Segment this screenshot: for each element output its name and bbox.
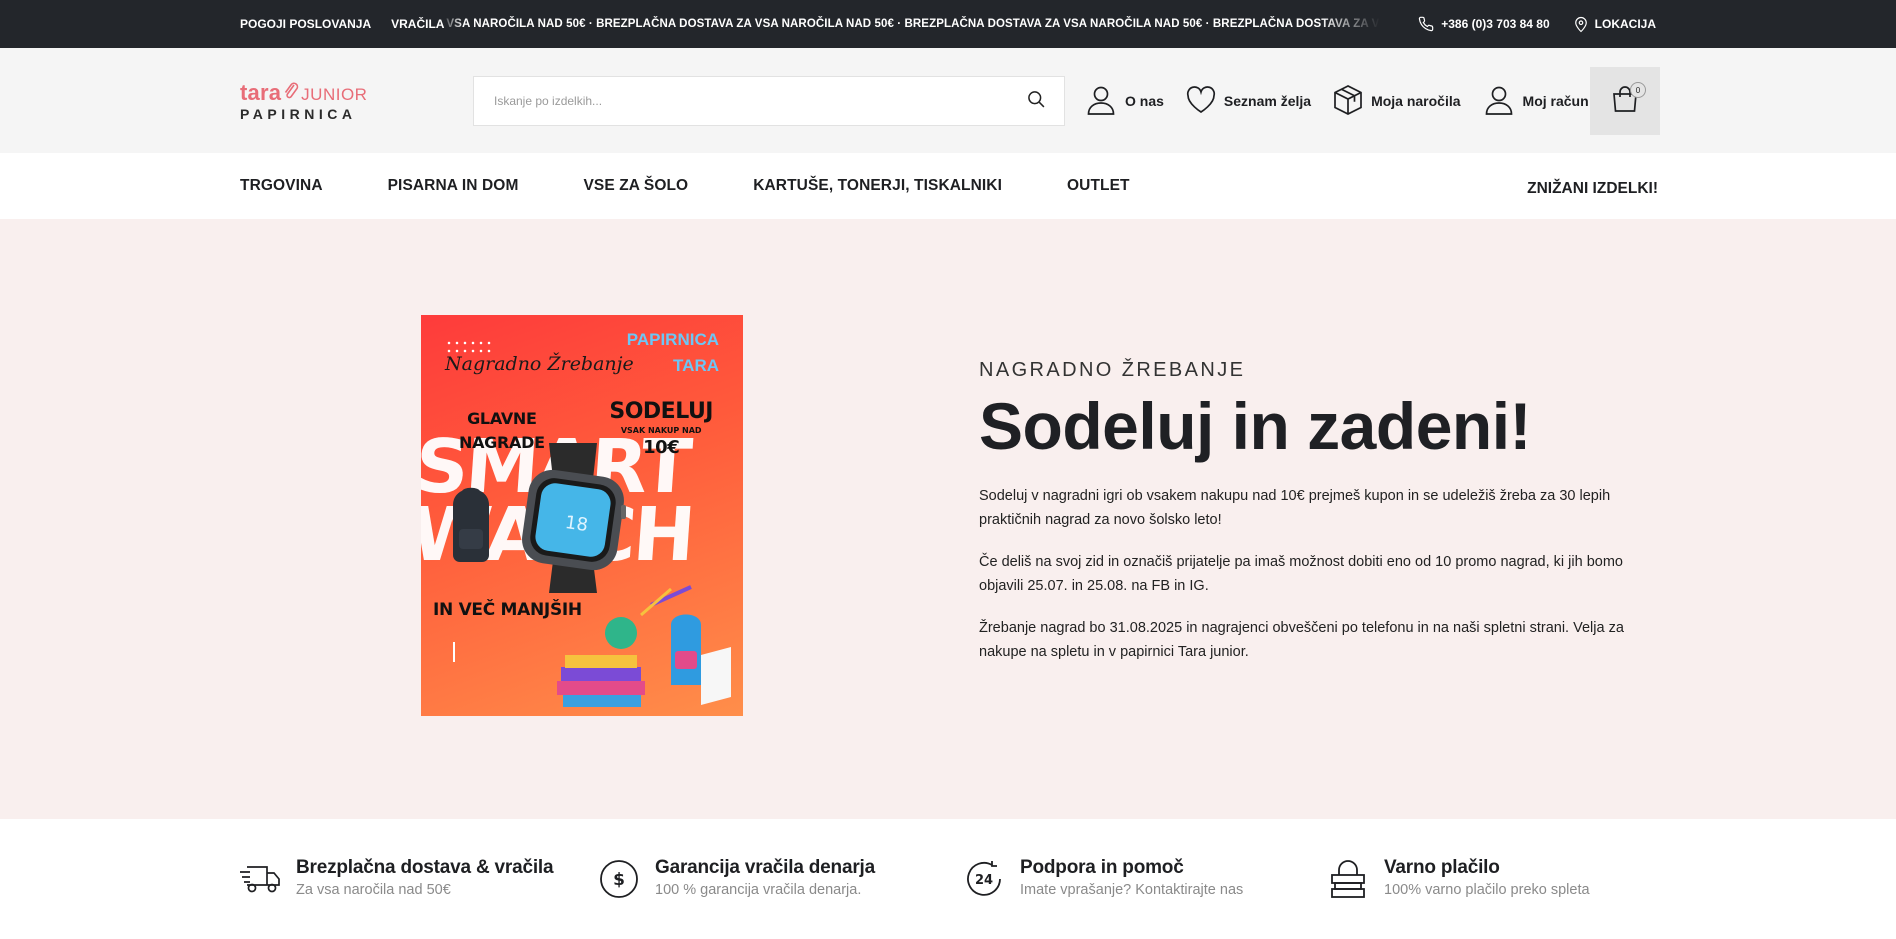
feature-money-back-text: 100 % garancija vračila denarja. — [655, 882, 862, 898]
site-logo[interactable]: tara JUNIOR PAPIRNICA — [240, 80, 380, 123]
features-bar: Brezplačna dostava & vračila Za vsa naro… — [0, 819, 1896, 939]
smartwatch-image: 18 — [522, 443, 626, 593]
hero-subtitle: NAGRADNO ŽREBANJE — [979, 359, 1246, 381]
svg-text:24: 24 — [975, 873, 993, 888]
hero-paragraph-3: Žrebanje nagrad bo 31.08.2025 in nagraje… — [979, 620, 1624, 660]
nav-item-sola[interactable]: VSE ZA ŠOLO — [583, 177, 688, 195]
secure-lock-icon — [1326, 857, 1370, 901]
cart-count-badge: 0 — [1630, 82, 1646, 98]
poster-more-prizes: IN VEČ MANJŠIH — [433, 600, 582, 620]
sale-link[interactable]: ZNIŽANI IZDELKI! — [1527, 153, 1658, 219]
about-link[interactable]: O nas — [1085, 84, 1164, 119]
shipping-marquee: ZA VSA NAROČILA NAD 50€ · BREZPLAČNA DOS… — [440, 0, 1380, 48]
location-link[interactable]: LOKACIJA — [1574, 16, 1656, 33]
feature-shipping: Brezplačna dostava & vračila Za vsa naro… — [238, 857, 554, 901]
orders-link[interactable]: Moja naročila — [1333, 84, 1461, 119]
account-user-icon — [1483, 84, 1515, 119]
logo-papirnica: PAPIRNICA — [240, 106, 357, 122]
feature-support-text: Imate vprašanje? Kontaktirajte nas — [1020, 882, 1244, 898]
logo-tara: tara — [240, 80, 282, 105]
feature-secure-payment-title: Varno plačilo — [1384, 857, 1500, 878]
hero-title: Sodeluj in zadeni! — [979, 389, 1532, 463]
phone-icon — [1418, 16, 1434, 32]
hero-section: PAPIRNICA TARA Nagradno Žrebanje SMART W… — [0, 219, 1896, 819]
promo-poster: PAPIRNICA TARA Nagradno Žrebanje SMART W… — [421, 315, 743, 716]
feature-secure-payment: Varno plačilo 100% varno plačilo preko s… — [1326, 857, 1590, 901]
logo-junior: JUNIOR — [301, 85, 368, 104]
nav-item-kartuse[interactable]: KARTUŠE, TONERJI, TISKALNIKI — [753, 177, 1002, 195]
poster-sodeluj: SODELUJ — [609, 399, 713, 424]
paperclip-icon — [283, 82, 299, 105]
search-input[interactable] — [474, 77, 1008, 125]
account-link[interactable]: Moj račun — [1483, 84, 1589, 119]
hero-paragraph-1: Sodeluj v nagradni igri ob vsakem nakupu… — [979, 488, 1611, 528]
top-links: POGOJI POSLOVANJA VRAČILA — [240, 0, 444, 48]
marquee-text: ZA VSA NAROČILA NAD 50€ · BREZPLAČNA DOS… — [440, 18, 1380, 30]
delivery-truck-icon — [238, 857, 282, 901]
nav-item-trgovina[interactable]: TRGOVINA — [240, 177, 323, 195]
hero-text: NAGRADNO ŽREBANJE Sodeluj in zadeni! Sod… — [979, 359, 1659, 664]
svg-text:18: 18 — [564, 512, 590, 536]
heart-icon — [1186, 85, 1216, 117]
user-icon — [1085, 84, 1117, 119]
phone-link[interactable]: +386 (0)3 703 84 80 — [1418, 16, 1550, 32]
search-icon — [1026, 89, 1046, 114]
poster-divider — [453, 642, 455, 662]
feature-money-back-title: Garancija vračila denarja — [655, 857, 875, 878]
feature-secure-payment-text: 100% varno plačilo preko spleta — [1384, 882, 1590, 898]
dollar-coin-icon: $ — [597, 857, 641, 901]
wishlist-link[interactable]: Seznam želja — [1186, 85, 1312, 117]
nav-item-pisarna[interactable]: PISARNA IN DOM — [388, 177, 519, 195]
support-24-icon: 24 — [962, 857, 1006, 901]
poster-brand-line2: TARA — [673, 356, 719, 375]
feature-support: 24 Podpora in pomoč Imate vprašanje? Kon… — [962, 857, 1243, 901]
feature-shipping-title: Brezplačna dostava & vračila — [296, 857, 554, 878]
main-nav: TRGOVINA PISARNA IN DOM VSE ZA ŠOLO KART… — [0, 153, 1896, 219]
top-bar: POGOJI POSLOVANJA VRAČILA ZA VSA NAROČIL… — [0, 0, 1896, 48]
poster-glavne-line1: GLAVNE — [467, 409, 537, 428]
location-label: LOKACIJA — [1594, 17, 1656, 31]
feature-support-title: Podpora in pomoč — [1020, 857, 1184, 878]
orders-label: Moja naročila — [1371, 93, 1461, 109]
hero-paragraph-2: Če deliš na svoj zid in označiš prijatel… — [979, 554, 1623, 594]
poster-brand-line1: PAPIRNICA — [626, 330, 719, 349]
returns-link[interactable]: VRAČILA — [391, 17, 444, 31]
location-pin-icon — [1574, 16, 1588, 33]
box-icon — [1333, 84, 1363, 119]
feature-money-back: $ Garancija vračila denarja 100 % garanc… — [597, 857, 875, 901]
cart-button[interactable]: 0 — [1590, 67, 1660, 135]
nav-item-outlet[interactable]: OUTLET — [1067, 177, 1130, 195]
search-button[interactable] — [1008, 77, 1064, 125]
about-label: O nas — [1125, 93, 1164, 109]
search-bar — [473, 76, 1065, 126]
poster-sodeluj-small: VSAK NAKUP NAD — [620, 426, 702, 435]
header-actions: O nas Seznam želja Moja naročila Moj rač… — [1085, 67, 1611, 135]
feature-shipping-text: Za vsa naročila nad 50€ — [296, 882, 451, 898]
account-label: Moj račun — [1522, 93, 1589, 109]
wishlist-label: Seznam želja — [1223, 93, 1312, 109]
terms-link[interactable]: POGOJI POSLOVANJA — [240, 17, 371, 31]
backpack-image — [453, 487, 489, 562]
poster-brand: PAPIRNICA TARA — [627, 327, 719, 379]
poster-script-title: Nagradno Žrebanje — [445, 353, 634, 375]
svg-text:$: $ — [613, 870, 625, 890]
site-header: tara JUNIOR PAPIRNICA O nas Seznam že — [0, 48, 1896, 153]
phone-number: +386 (0)3 703 84 80 — [1441, 17, 1550, 31]
top-contact: +386 (0)3 703 84 80 LOKACIJA — [1418, 0, 1656, 48]
